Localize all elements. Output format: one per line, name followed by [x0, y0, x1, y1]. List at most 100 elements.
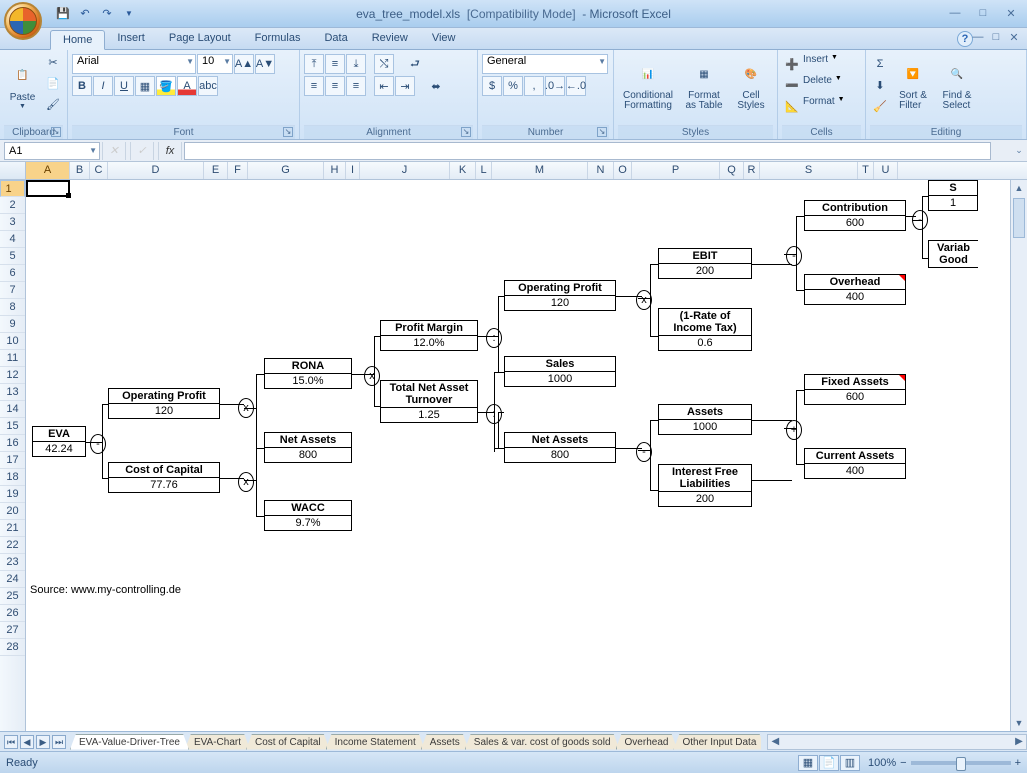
page-break-view-icon[interactable]: ▥ — [840, 755, 860, 771]
format-button[interactable]: 📐Format▼ — [782, 96, 845, 116]
row-header-12[interactable]: 12 — [0, 367, 25, 384]
row-header-10[interactable]: 10 — [0, 333, 25, 350]
row-header-8[interactable]: 8 — [0, 299, 25, 316]
expand-formula-bar-icon[interactable]: ⌄ — [1011, 145, 1027, 156]
font-size-select[interactable]: 10▼ — [197, 54, 233, 74]
sheet-tab-assets[interactable]: Assets — [421, 734, 469, 750]
column-header-U[interactable]: U — [874, 162, 898, 179]
normal-view-icon[interactable]: ▦ — [798, 755, 818, 771]
column-header-L[interactable]: L — [476, 162, 492, 179]
column-header-E[interactable]: E — [204, 162, 228, 179]
column-header-F[interactable]: F — [228, 162, 248, 179]
redo-icon[interactable]: ↷ — [98, 5, 116, 23]
increase-decimal-icon[interactable]: .0→ — [545, 76, 565, 96]
tab-home[interactable]: Home — [50, 30, 105, 50]
zoom-out-icon[interactable]: − — [900, 757, 906, 769]
shrink-font-icon[interactable]: A▼ — [255, 54, 275, 74]
row-header-16[interactable]: 16 — [0, 435, 25, 452]
row-header-22[interactable]: 22 — [0, 537, 25, 554]
row-header-11[interactable]: 11 — [0, 350, 25, 367]
italic-icon[interactable]: I — [93, 76, 113, 96]
undo-icon[interactable]: ↶ — [76, 5, 94, 23]
zoom-slider[interactable] — [911, 761, 1011, 765]
column-header-P[interactable]: P — [632, 162, 720, 179]
tab-page-layout[interactable]: Page Layout — [157, 29, 243, 49]
row-header-25[interactable]: 25 — [0, 588, 25, 605]
name-box[interactable]: A1▼ — [4, 142, 100, 160]
tab-formulas[interactable]: Formulas — [243, 29, 313, 49]
column-header-S[interactable]: S — [760, 162, 858, 179]
paste-button[interactable]: 📋 Paste ▼ — [4, 52, 41, 118]
mdi-restore-icon[interactable]: □ — [989, 31, 1003, 44]
vertical-scrollbar[interactable]: ▲ ▼ — [1010, 180, 1027, 731]
sheet-tab-other-input-data[interactable]: Other Input Data — [673, 734, 761, 750]
mdi-close-icon[interactable]: ✕ — [1007, 31, 1021, 44]
fill-color-icon[interactable]: 🪣 — [156, 76, 176, 96]
tab-review[interactable]: Review — [360, 29, 420, 49]
accounting-format-icon[interactable]: $ — [482, 76, 502, 96]
number-format-select[interactable]: General▼ — [482, 54, 608, 74]
copy-icon[interactable]: 📄 — [43, 73, 63, 93]
percent-format-icon[interactable]: % — [503, 76, 523, 96]
font-family-select[interactable]: Arial▼ — [72, 54, 196, 74]
worksheet-grid[interactable]: 1234567891011121314151617181920212223242… — [0, 180, 1027, 731]
horizontal-scrollbar[interactable]: ◀▶ — [767, 734, 1027, 750]
insert-function-icon[interactable]: fx — [158, 142, 182, 160]
alignment-launcher-icon[interactable]: ↘ — [461, 127, 471, 137]
row-header-23[interactable]: 23 — [0, 554, 25, 571]
tab-data[interactable]: Data — [312, 29, 359, 49]
row-header-26[interactable]: 26 — [0, 605, 25, 622]
delete-button[interactable]: ➖Delete▼ — [782, 75, 842, 95]
enter-formula-icon[interactable]: ✓ — [130, 142, 154, 160]
find-select-button[interactable]: 🔍Find & Select — [936, 52, 978, 118]
row-header-24[interactable]: 24 — [0, 571, 25, 588]
align-right-icon[interactable]: ≡ — [346, 76, 366, 96]
row-header-17[interactable]: 17 — [0, 452, 25, 469]
tab-insert[interactable]: Insert — [105, 29, 157, 49]
sheet-tab-cost-of-capital[interactable]: Cost of Capital — [246, 734, 330, 750]
row-header-6[interactable]: 6 — [0, 265, 25, 282]
row-header-14[interactable]: 14 — [0, 401, 25, 418]
column-header-R[interactable]: R — [744, 162, 760, 179]
last-sheet-icon[interactable]: ⏭ — [52, 735, 66, 749]
column-header-G[interactable]: G — [248, 162, 324, 179]
decrease-indent-icon[interactable]: ⇤ — [374, 76, 394, 96]
column-header-M[interactable]: M — [492, 162, 588, 179]
minimize-icon[interactable]: — — [945, 7, 965, 20]
row-header-18[interactable]: 18 — [0, 469, 25, 486]
column-header-O[interactable]: O — [614, 162, 632, 179]
column-header-I[interactable]: I — [346, 162, 360, 179]
row-header-13[interactable]: 13 — [0, 384, 25, 401]
sheet-tab-overhead[interactable]: Overhead — [616, 734, 678, 750]
column-header-J[interactable]: J — [360, 162, 450, 179]
increase-indent-icon[interactable]: ⇥ — [395, 76, 415, 96]
align-top-icon[interactable]: ⤒ — [304, 54, 324, 74]
row-header-3[interactable]: 3 — [0, 214, 25, 231]
orientation-icon[interactable]: ⤭ — [374, 54, 394, 74]
column-header-A[interactable]: A — [26, 162, 70, 179]
scroll-up-icon[interactable]: ▲ — [1011, 180, 1027, 196]
row-header-19[interactable]: 19 — [0, 486, 25, 503]
column-header-B[interactable]: B — [70, 162, 90, 179]
zoom-value[interactable]: 100% — [868, 757, 896, 769]
row-header-21[interactable]: 21 — [0, 520, 25, 537]
page-layout-view-icon[interactable]: 📄 — [819, 755, 839, 771]
row-header-7[interactable]: 7 — [0, 282, 25, 299]
cells-area[interactable]: Source: www.my-controlling.de EVA42.24Op… — [26, 180, 1027, 731]
bold-icon[interactable]: B — [72, 76, 92, 96]
column-header-T[interactable]: T — [858, 162, 874, 179]
row-header-20[interactable]: 20 — [0, 503, 25, 520]
merge-center-icon[interactable]: ⬌ — [423, 76, 449, 96]
column-header-D[interactable]: D — [108, 162, 204, 179]
scroll-left-icon[interactable]: ◀ — [768, 736, 782, 747]
format-painter-icon[interactable]: 🖌 — [43, 94, 63, 114]
font-color-icon[interactable]: A — [177, 76, 197, 96]
row-header-28[interactable]: 28 — [0, 639, 25, 656]
column-header-C[interactable]: C — [90, 162, 108, 179]
align-bottom-icon[interactable]: ⤓ — [346, 54, 366, 74]
next-sheet-icon[interactable]: ▶ — [36, 735, 50, 749]
row-header-1[interactable]: 1 — [0, 180, 25, 197]
sheet-tab-income-statement[interactable]: Income Statement — [326, 734, 425, 750]
comma-format-icon[interactable]: , — [524, 76, 544, 96]
column-header-N[interactable]: N — [588, 162, 614, 179]
